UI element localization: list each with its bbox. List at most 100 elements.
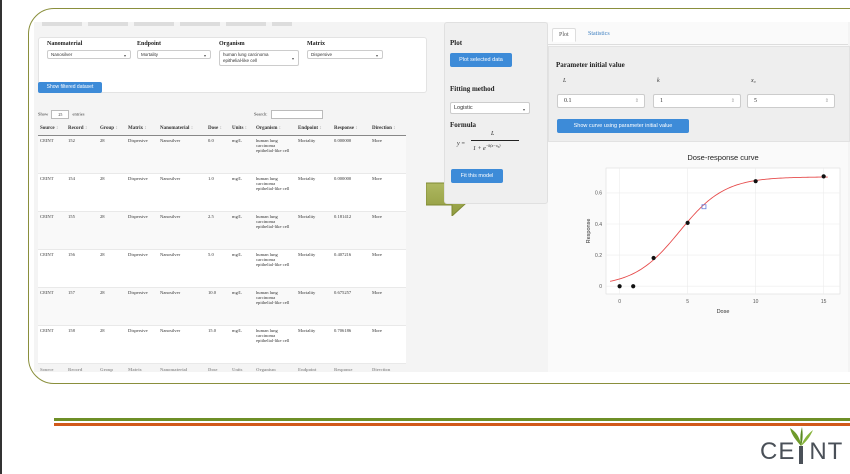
column-header-label: Record — [68, 125, 84, 131]
table-cell: Nanosilver — [158, 287, 206, 326]
table-cell: 154 — [66, 173, 98, 212]
table-cell: 28 — [98, 211, 126, 250]
sort-icon: ↕ — [114, 125, 118, 131]
table-cell: 28 — [98, 135, 126, 174]
logo-text-right: NT — [809, 438, 844, 465]
search-input[interactable] — [270, 110, 323, 119]
matrix-select[interactable]: Dispersive ▾ — [307, 50, 383, 59]
column-header[interactable]: Organism ↕ — [254, 121, 296, 136]
chevron-down-icon: ▾ — [123, 53, 126, 58]
column-header[interactable]: Group ↕ — [98, 121, 126, 136]
nanomaterial-select[interactable]: Nanosilver ▾ — [47, 50, 131, 59]
table-cell: 0.000000 — [332, 173, 370, 212]
footer-rule-green — [54, 418, 850, 421]
entries-label: entries — [72, 111, 85, 117]
plot-selected-data-button[interactable]: Plot selected data — [450, 53, 512, 67]
tab-plot[interactable]: Plot — [552, 28, 576, 42]
select-value: Logistic — [454, 105, 473, 111]
column-header-label: Dose — [208, 125, 219, 131]
table-row[interactable]: CEINT 154 28 Dispersive Nanosilver 1.0 mg/L hum… — [38, 173, 406, 212]
column-header[interactable]: Direction ↕ — [370, 121, 406, 136]
table-footer-row: Source Record Group Matrix Nanomaterial Dose U… — [38, 363, 406, 372]
column-header[interactable]: Record ↕ — [66, 121, 98, 136]
search-label: Search: — [254, 111, 268, 117]
show-curve-button[interactable]: Show curve using parameter initial value — [557, 119, 689, 133]
chevron-down-icon: ▾ — [203, 53, 206, 58]
fit-model-button[interactable]: Fit this model — [451, 169, 503, 183]
table-cell: More — [370, 287, 406, 326]
y-tick-label: 0.4 — [595, 222, 602, 228]
param-k-input[interactable]: 1 ⇕ — [653, 94, 741, 108]
table-cell: Dispersive — [126, 287, 158, 326]
param-L-input[interactable]: 0.1 ⇕ — [557, 94, 645, 108]
table-cell: 0.000000 — [332, 135, 370, 174]
sort-icon: ↕ — [354, 125, 358, 131]
plot-area — [605, 167, 841, 295]
column-header[interactable]: Nanomaterial ↕ — [158, 121, 206, 136]
fitting-method-select[interactable]: Logistic ▾ — [450, 102, 530, 114]
column-header[interactable]: Response ↕ — [332, 121, 370, 136]
data-point — [617, 284, 622, 289]
table-cell: human lung carcinoma epithelial-like cel… — [254, 135, 296, 174]
table-cell: 155 — [66, 211, 98, 250]
table-row[interactable]: CEINT 155 28 Dispersive Nanosilver 2.5 mg/L hum… — [38, 211, 406, 250]
x-tick-label: 15 — [821, 299, 827, 305]
column-header[interactable]: Endpoint ↕ — [296, 121, 332, 136]
table-cell: Dispersive — [126, 135, 158, 174]
sort-icon: ↕ — [318, 125, 322, 131]
table-cell: Nanosilver — [158, 135, 206, 174]
spinner-icon[interactable]: ⇕ — [635, 98, 639, 104]
show-filtered-dataset-button[interactable]: Show filtered dataset — [38, 82, 102, 93]
spinner-icon[interactable]: ⇕ — [825, 98, 829, 104]
table-cell: More — [370, 211, 406, 250]
column-header[interactable]: Source ↕ — [38, 121, 66, 136]
select-value-line2: epithelial-like cell — [223, 58, 258, 63]
organism-select[interactable]: human lung carcinoma epithelial-like cell… — [219, 50, 299, 66]
table-row[interactable]: CEINT 158 28 Dispersive Nanosilver 15.0 mg/L hu… — [38, 325, 406, 364]
endpoint-select[interactable]: Mortality ▾ — [137, 50, 211, 59]
entries-length-control: Show 25 entries — [38, 110, 85, 119]
table-cell: mg/L — [230, 325, 254, 364]
data-point — [685, 220, 690, 225]
filter-label: Nanomaterial — [47, 41, 83, 47]
footer-rule-orange — [54, 423, 850, 426]
table-row[interactable]: CEINT 152 28 Dispersive Nanosilver 0.0 mg/L hum… — [38, 135, 406, 174]
select-value: Mortality — [141, 52, 159, 57]
formula-heading: Formula — [450, 121, 477, 129]
table-cell: mg/L — [230, 135, 254, 174]
fraction-bar — [471, 140, 519, 141]
table-cell: 28 — [98, 173, 126, 212]
column-header-label: Endpoint — [298, 125, 319, 131]
column-footer: Group — [98, 363, 126, 372]
table-cell: 0.181412 — [332, 211, 370, 250]
app-screenshot: Nanomaterial Nanosilver ▾ Endpoint Mortal… — [34, 22, 850, 372]
param-x0-input[interactable]: 5 ⇕ — [747, 94, 835, 108]
column-header[interactable]: Dose ↕ — [206, 121, 230, 136]
table-cell: human lung carcinoma epithelial-like cel… — [254, 325, 296, 364]
column-header-label: Group — [100, 125, 115, 131]
tab-statistics[interactable]: Statistics — [582, 28, 616, 40]
x-tick-label: 0 — [618, 299, 621, 305]
column-footer: Dose — [206, 363, 230, 372]
sort-icon: ↕ — [218, 125, 223, 131]
column-footer: Source — [38, 363, 66, 372]
filter-label: Matrix — [307, 41, 325, 47]
param-L-label: L — [563, 78, 567, 84]
tab-bar: Plot Statistics — [548, 28, 848, 45]
y-tick-label: 0.6 — [595, 191, 602, 197]
spinner-icon[interactable]: ⇕ — [731, 98, 735, 104]
table-cell: mg/L — [230, 211, 254, 250]
filter-label: Endpoint — [137, 41, 162, 47]
table-row[interactable]: CEINT 157 28 Dispersive Nanosilver 10.0 mg/L hu… — [38, 287, 406, 326]
column-header-label: Matrix — [128, 125, 143, 131]
entries-select[interactable]: 25 — [51, 110, 70, 119]
table-cell: 156 — [66, 249, 98, 288]
chevron-down-icon: ▾ — [375, 53, 378, 58]
table-row[interactable]: CEINT 156 28 Dispersive Nanosilver 5.0 mg/L hum… — [38, 249, 406, 288]
column-header[interactable]: Matrix ↕ — [126, 121, 158, 136]
table-cell: human lung carcinoma epithelial-like cel… — [254, 287, 296, 326]
select-value-line1: human lung carcinoma — [223, 52, 269, 57]
table-cell: mg/L — [230, 287, 254, 326]
table-cell: Dispersive — [126, 249, 158, 288]
column-header[interactable]: Units ↕ — [230, 121, 254, 136]
